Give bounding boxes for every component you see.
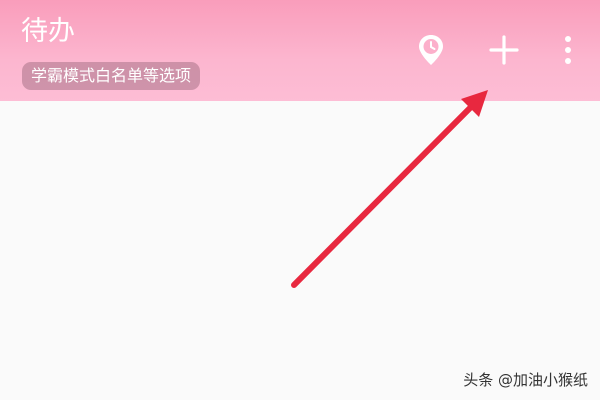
plus-icon: [489, 35, 519, 65]
todo-screen: 待办 学霸模式白名单等选项 头条 @加油小猴纸: [0, 0, 600, 400]
timer-button[interactable]: [411, 30, 451, 70]
app-bar: 待办 学霸模式白名单等选项: [0, 0, 600, 101]
more-options-button[interactable]: [548, 30, 588, 70]
page-title: 待办: [21, 16, 75, 47]
watermark: 头条 @加油小猴纸: [463, 371, 588, 389]
whitelist-options-chip[interactable]: 学霸模式白名单等选项: [22, 62, 201, 90]
timer-pin-icon: [419, 35, 443, 65]
arrow-shaft: [291, 105, 473, 288]
more-vertical-icon: [565, 36, 571, 64]
add-todo-button[interactable]: [484, 30, 524, 70]
